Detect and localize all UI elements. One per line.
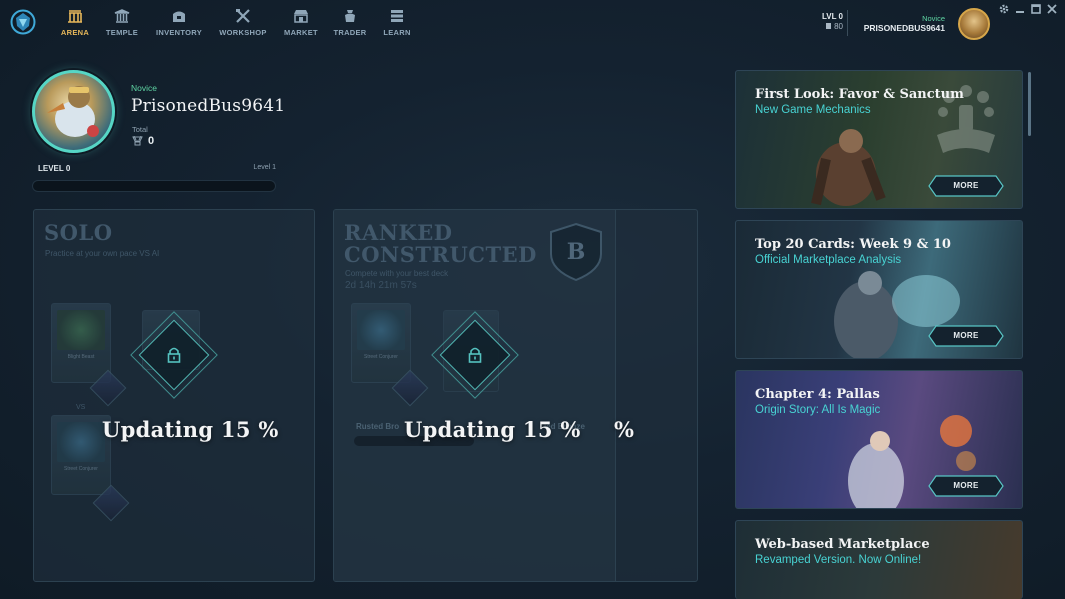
temple-icon <box>114 8 130 24</box>
nav-arena[interactable]: ARENA <box>60 8 90 37</box>
ranked-title-line2: CONSTRUCTED <box>344 242 537 267</box>
news-subtitle: Origin Story: All Is Magic <box>755 404 881 416</box>
card-slot: Street Conjurer <box>351 303 411 383</box>
more-button-label: MORE <box>953 181 979 190</box>
solo-title: SOLO <box>44 220 113 245</box>
total-row: 0 <box>132 135 154 147</box>
solo-updating-status: Updating 15 % <box>102 417 279 442</box>
next-level-label: Level 1 <box>253 164 276 171</box>
total-value: 0 <box>148 135 155 147</box>
news-title: Top 20 Cards: Week 9 & 10 <box>755 237 951 252</box>
avatar-character-icon <box>47 86 99 137</box>
updating-overflow-text: % <box>614 417 635 442</box>
card-slot: Blight Beast <box>51 303 111 383</box>
warrior-art-icon <box>811 129 886 206</box>
nav-learn[interactable]: LEARN <box>381 8 413 37</box>
header-avatar[interactable] <box>958 8 990 40</box>
top-navigation-bar: ARENA TEMPLE INVENTORY WORKSHOP MARKET T… <box>0 0 1065 48</box>
learn-icon <box>390 8 404 24</box>
card-name: Street Conjurer <box>64 466 98 472</box>
trophy-icon <box>132 136 143 146</box>
news-subtitle: Official Marketplace Analysis <box>755 254 902 266</box>
news-card-favor-sanctum[interactable]: First Look: Favor & Sanctum New Game Mec… <box>735 70 1023 209</box>
minimize-icon[interactable] <box>1014 3 1026 15</box>
nav-workshop-label: WORKSHOP <box>219 28 267 37</box>
nav-temple-label: TEMPLE <box>105 28 139 37</box>
news-subtitle: Revamped Version. Now Online! <box>755 554 922 566</box>
trader-icon <box>343 8 357 24</box>
nav-trader[interactable]: TRADER <box>333 8 367 37</box>
ranked-updating-status: Updating 15 % <box>404 417 581 442</box>
more-button-label: MORE <box>953 331 979 340</box>
inventory-icon <box>171 8 187 24</box>
divider <box>847 10 848 36</box>
nav-inventory[interactable]: INVENTORY <box>154 8 204 37</box>
nav-inventory-label: INVENTORY <box>155 28 203 37</box>
header-username[interactable]: PRISONEDBUS9641 <box>850 23 945 33</box>
nav-arena-label: ARENA <box>60 28 90 37</box>
news-card-marketplace[interactable]: Web-based Marketplace Revamped Version. … <box>735 520 1023 599</box>
nav-trader-label: TRADER <box>333 28 367 37</box>
news-card-top-20[interactable]: Top 20 Cards: Week 9 & 10 Official Marke… <box>735 220 1023 359</box>
news-title: Web-based Marketplace <box>755 537 930 552</box>
profile-rank: Novice <box>131 83 157 93</box>
card-name: Street Conjurer <box>364 354 398 360</box>
close-icon[interactable] <box>1046 3 1058 15</box>
market-icon <box>293 8 309 24</box>
total-label: Total <box>132 125 148 134</box>
currency-icon <box>826 23 832 29</box>
app-logo-icon[interactable] <box>10 9 36 35</box>
player-level-label: LVL 0 <box>821 12 843 21</box>
solo-mode-card[interactable]: SOLO Practice at your own pace VS AI Bli… <box>33 209 315 582</box>
player-level-box: LVL 0 80 <box>805 12 843 31</box>
lock-icon <box>167 347 181 363</box>
more-button-label: MORE <box>953 481 979 490</box>
more-button[interactable]: MORE <box>928 475 1004 497</box>
level-label: LEVEL 0 <box>38 164 71 173</box>
currency-amount: 80 <box>834 22 843 31</box>
card-art <box>357 310 405 350</box>
workshop-icon <box>235 8 251 24</box>
ranked-subtitle: Compete with your best deck <box>345 269 449 278</box>
maximize-icon[interactable] <box>1030 3 1042 15</box>
news-title: Chapter 4: Pallas <box>755 387 880 402</box>
news-scrollbar[interactable] <box>1028 72 1031 136</box>
nav-temple[interactable]: TEMPLE <box>104 8 140 37</box>
vs-label: VS <box>76 404 86 411</box>
nav-learn-label: LEARN <box>383 28 411 37</box>
rank-badge-icon: B <box>550 222 602 282</box>
ranked-mode-card[interactable]: RANKED CONSTRUCTED Compete with your bes… <box>333 209 698 582</box>
card-name: Blight Beast <box>67 354 95 360</box>
deck-label: Rusted Bro <box>356 422 400 431</box>
profile-avatar[interactable] <box>32 70 115 153</box>
header-rank-label: Novice <box>922 14 945 23</box>
more-button[interactable]: MORE <box>928 325 1004 347</box>
nav-market[interactable]: MARKET <box>283 8 319 37</box>
settings-gear-icon[interactable] <box>998 3 1010 15</box>
more-button[interactable]: MORE <box>928 175 1004 197</box>
rank-badge-letter: B <box>567 239 586 265</box>
arena-icon <box>67 8 83 24</box>
nav-market-label: MARKET <box>284 28 318 37</box>
news-subtitle: New Game Mechanics <box>755 104 871 116</box>
solo-subtitle: Practice at your own pace VS AI <box>45 249 160 258</box>
currency-display: 80 <box>805 22 843 31</box>
ranked-title-line1: RANKED <box>344 220 453 245</box>
card-art <box>57 310 105 350</box>
news-title: First Look: Favor & Sanctum <box>755 87 964 102</box>
season-timer: 2d 14h 21m 57s <box>345 280 417 291</box>
news-card-chapter-4[interactable]: Chapter 4: Pallas Origin Story: All Is M… <box>735 370 1023 509</box>
lock-icon <box>468 347 482 363</box>
level-progress-bar <box>32 180 276 192</box>
nav-workshop[interactable]: WORKSHOP <box>218 8 268 37</box>
card-art <box>57 422 105 462</box>
profile-username: PrisonedBus9641 <box>131 96 286 116</box>
